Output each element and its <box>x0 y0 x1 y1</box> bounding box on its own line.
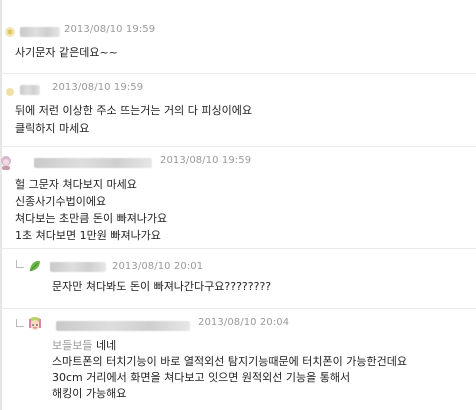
reply-text-line: 보들보들 네네 <box>52 337 116 353</box>
comment-date: 2013/08/10 19:59 <box>52 82 144 93</box>
comment-text-line: 신종사기수법이에요 <box>15 195 107 208</box>
comment-meta: 2013/08/10 19:59 <box>0 82 476 98</box>
reply-text: 네네 <box>95 339 117 352</box>
comment-text-line: 쳐다보는 초만큼 돈이 빠져나가요 <box>15 212 168 225</box>
comment-text-line: 헐 그문자 쳐다보지 마세요 <box>15 178 137 191</box>
comment-meta: 2013/08/10 19:59 <box>0 24 476 40</box>
comment-text-line: 1초 쳐다보면 1만원 빠져나가요 <box>15 229 161 242</box>
reply-nickname[interactable]: 보들보들 <box>52 339 92 352</box>
character-avatar-icon <box>29 317 41 330</box>
user-avatar-icon <box>1 156 11 170</box>
reply-text-line: 30cm 거리에서 화면을 쳐다보고 잇으면 원적외선 기능을 통해서 <box>52 371 351 384</box>
comment-meta: 2013/08/10 19:59 <box>0 155 476 171</box>
divider <box>0 146 476 147</box>
reply-indicator-icon <box>16 319 24 327</box>
reply-text-line: 문자만 쳐다봐도 돈이 빠져나간다구요???????? <box>52 280 272 293</box>
reply-indicator-icon <box>16 260 24 268</box>
comment-text-line: 사기문자 같은데요~~ <box>15 46 118 59</box>
author-name[interactable] <box>20 85 40 95</box>
author-name[interactable] <box>56 321 190 331</box>
leaf-avatar-icon <box>29 260 40 272</box>
author-name[interactable] <box>50 262 106 272</box>
comment-1: 2013/08/10 19:59 사기문자 같은데요~~ <box>0 24 476 59</box>
divider <box>0 73 476 74</box>
reply-date: 2013/08/10 20:01 <box>112 261 204 272</box>
user-avatar-icon <box>6 88 14 96</box>
user-avatar-icon <box>5 27 15 37</box>
divider <box>0 248 476 249</box>
reply-date: 2013/08/10 20:04 <box>198 317 290 328</box>
reply-text-line: 스마트폰의 터치기능이 바로 열적외선 탐지기능때문에 터치폰이 가능한건데요 <box>52 355 407 368</box>
author-name[interactable] <box>34 158 152 168</box>
comment-date: 2013/08/10 19:59 <box>160 155 252 166</box>
author-name[interactable] <box>20 27 60 37</box>
reply-text-line: 해킹이 가능해요 <box>52 387 127 400</box>
left-rail <box>0 0 2 410</box>
divider <box>0 308 476 309</box>
comment-3: 2013/08/10 19:59 헐 그문자 쳐다보지 마세요 신종사기수법이에… <box>0 155 476 242</box>
comment-2: 2013/08/10 19:59 뒤에 저런 이상한 주소 뜨는거는 거의 다 … <box>0 82 476 135</box>
comment-text-line: 뒤에 저런 이상한 주소 뜨는거는 거의 다 피싱이에요 <box>15 104 252 117</box>
comment-date: 2013/08/10 19:59 <box>64 24 156 35</box>
comment-text-line: 클릭하지 마세요 <box>15 122 90 135</box>
